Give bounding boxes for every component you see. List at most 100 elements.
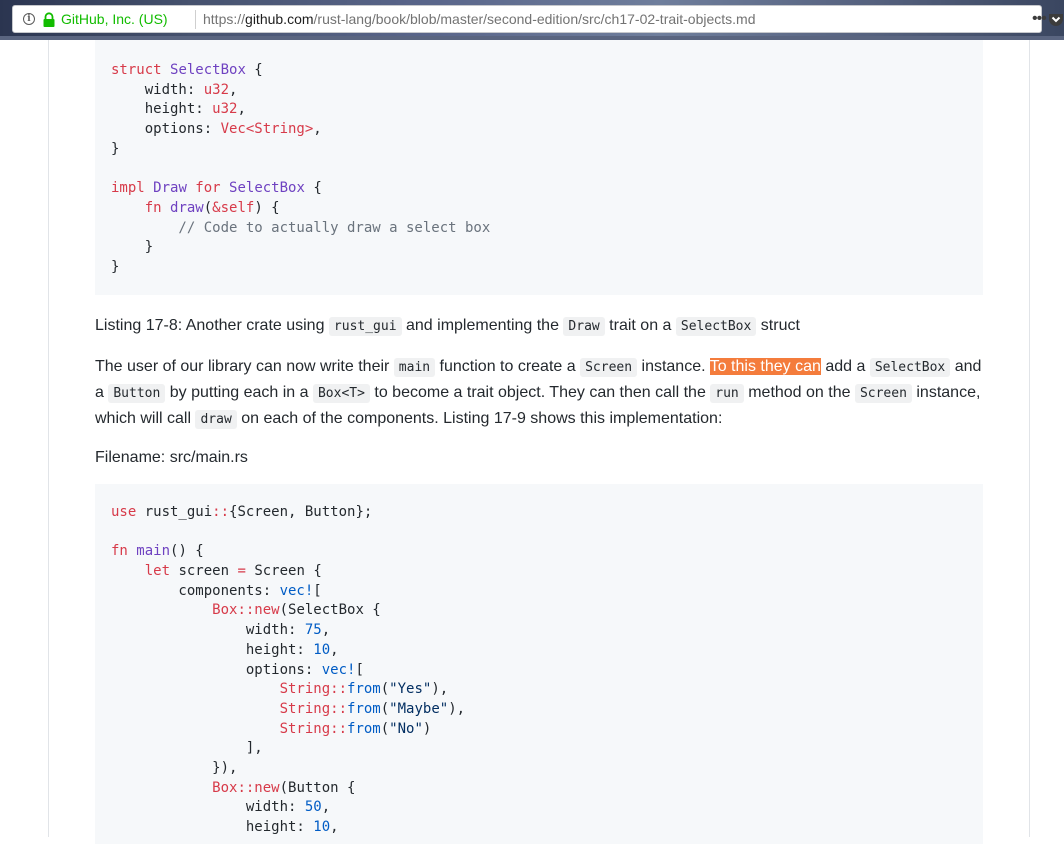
- code-line: String::from("Maybe"),: [111, 700, 967, 720]
- info-icon[interactable]: i: [23, 13, 35, 25]
- code-token: // Code to actually draw a select box: [111, 219, 491, 236]
- code-line: struct SelectBox {: [111, 61, 967, 81]
- code-token: "Maybe": [389, 700, 449, 717]
- inline-code: Button: [108, 384, 166, 403]
- inline-code: Box<T>: [312, 384, 370, 403]
- text-selection-highlight[interactable]: To this they can: [709, 358, 821, 375]
- inline-code: main: [393, 358, 436, 377]
- inline-code: SelectBox: [869, 358, 951, 377]
- listing-caption: Listing 17-8: Another crate using rust_g…: [95, 313, 983, 339]
- code-token: ),: [431, 681, 449, 698]
- paragraph-text: method on the: [743, 384, 855, 401]
- pocket-icon[interactable]: [1048, 11, 1064, 27]
- code-line: fn main() {: [111, 542, 967, 562]
- code-line: options: Vec<String>,: [111, 120, 967, 140]
- code-line: width: 50,: [111, 798, 967, 818]
- site-identity-label[interactable]: GitHub, Inc. (US): [61, 11, 168, 27]
- code-token: from: [347, 720, 381, 737]
- code-token: ,: [313, 121, 322, 138]
- code-line: }: [111, 238, 967, 258]
- paragraph-text: instance.: [637, 358, 710, 375]
- code-token: components:: [111, 582, 280, 599]
- code-token: =: [237, 563, 255, 580]
- code-line: }: [111, 258, 967, 278]
- code-line: components: vec![: [111, 582, 967, 602]
- code-token: vec!: [279, 582, 314, 599]
- code-token: {Screen, Button};: [229, 504, 373, 520]
- code-token: [: [313, 582, 322, 599]
- body-paragraph: The user of our library can now write th…: [95, 354, 983, 432]
- code-token: (: [203, 199, 213, 216]
- code-token: (Button {: [279, 779, 356, 796]
- code-token: {: [304, 180, 322, 197]
- code-token: SelectBox: [170, 62, 246, 78]
- browser-toolbar: i GitHub, Inc. (US) https://github.com/r…: [0, 0, 1064, 40]
- paragraph-text: add a: [820, 358, 870, 375]
- caption-text: trait on a: [604, 317, 676, 334]
- url-path: /rust-lang/book/blob/master/second-editi…: [313, 11, 756, 27]
- inline-code: draw: [195, 410, 237, 429]
- code-line: String::from("Yes"),: [111, 680, 967, 700]
- code-token: &self: [212, 199, 255, 216]
- code-line: impl Draw for SelectBox {: [111, 179, 967, 199]
- code-token: "Yes": [389, 681, 432, 698]
- filename-label: Filename: src/main.rs: [95, 449, 248, 466]
- code-line: // Code to actually draw a select box: [111, 219, 967, 239]
- code-token: "No": [389, 720, 423, 737]
- url-host: github.com: [245, 11, 314, 27]
- code-token: draw: [170, 199, 204, 216]
- code-line: let screen = Screen {: [111, 562, 967, 582]
- code-line: width: u32,: [111, 81, 967, 101]
- code-token: }),: [111, 759, 238, 776]
- code-token: width:: [111, 622, 305, 639]
- code-token: for: [186, 180, 230, 197]
- code-token: height:: [111, 819, 314, 835]
- address-bar[interactable]: i GitHub, Inc. (US) https://github.com/r…: [12, 5, 1047, 33]
- code-line: height: 10,: [111, 641, 967, 661]
- inline-code: run: [710, 384, 744, 403]
- page-actions-menu-icon[interactable]: •••: [1032, 10, 1047, 28]
- lock-icon[interactable]: [42, 12, 56, 28]
- code-token: Box::new: [212, 779, 280, 796]
- inline-code: Screen: [580, 358, 638, 377]
- paragraph-text: on each of the components. Listing 17-9 …: [236, 410, 723, 427]
- code-token: ,: [237, 101, 246, 118]
- inline-code: Screen: [854, 384, 912, 403]
- code-token: {: [245, 62, 263, 78]
- code-token: screen: [178, 563, 238, 580]
- code-token: ],: [111, 740, 263, 757]
- code-token: (: [380, 681, 390, 698]
- inline-code: Draw: [563, 317, 605, 336]
- caption-text: Listing 17-8: Another crate using: [95, 317, 329, 334]
- code-token: width:: [111, 81, 204, 98]
- code-token: Vec<String>: [220, 121, 314, 138]
- code-token: rust_gui: [144, 504, 213, 520]
- code-token: from: [347, 681, 381, 698]
- code-token: ,: [330, 641, 339, 658]
- code-token: use: [111, 504, 145, 520]
- code-token: () {: [170, 543, 204, 560]
- code-token: String::: [279, 700, 348, 717]
- code-token: 50: [304, 799, 322, 816]
- code-token: let: [144, 563, 179, 580]
- code-token: Screen {: [254, 563, 322, 580]
- code-block-listing-17-8: struct SelectBox { width: u32, height: u…: [95, 40, 983, 295]
- code-token: Draw: [153, 180, 187, 197]
- url-text[interactable]: https://github.com/rust-lang/book/blob/m…: [203, 11, 756, 27]
- code-line: Box::new(SelectBox {: [111, 601, 967, 621]
- code-token: String::: [279, 720, 348, 737]
- code-token: options:: [111, 121, 221, 138]
- code-token: (: [380, 720, 390, 737]
- code-block-listing-17-9: use rust_gui::{Screen, Button}; fn main()…: [95, 484, 983, 844]
- code-token: }: [111, 140, 120, 157]
- url-scheme: https://: [203, 11, 246, 27]
- code-token: vec!: [321, 661, 356, 678]
- code-token: String::: [279, 681, 348, 698]
- code-line: width: 75,: [111, 621, 967, 641]
- code-token: (SelectBox {: [279, 602, 381, 619]
